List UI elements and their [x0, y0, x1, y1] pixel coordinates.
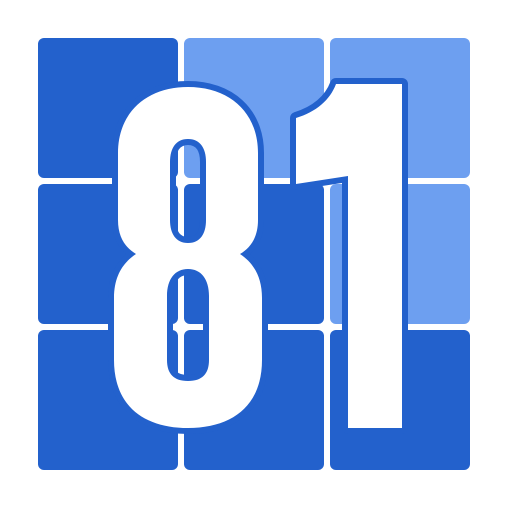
- app-icon-graphic: [38, 38, 470, 470]
- app-icon: [0, 0, 512, 512]
- digit-eight: [108, 81, 268, 434]
